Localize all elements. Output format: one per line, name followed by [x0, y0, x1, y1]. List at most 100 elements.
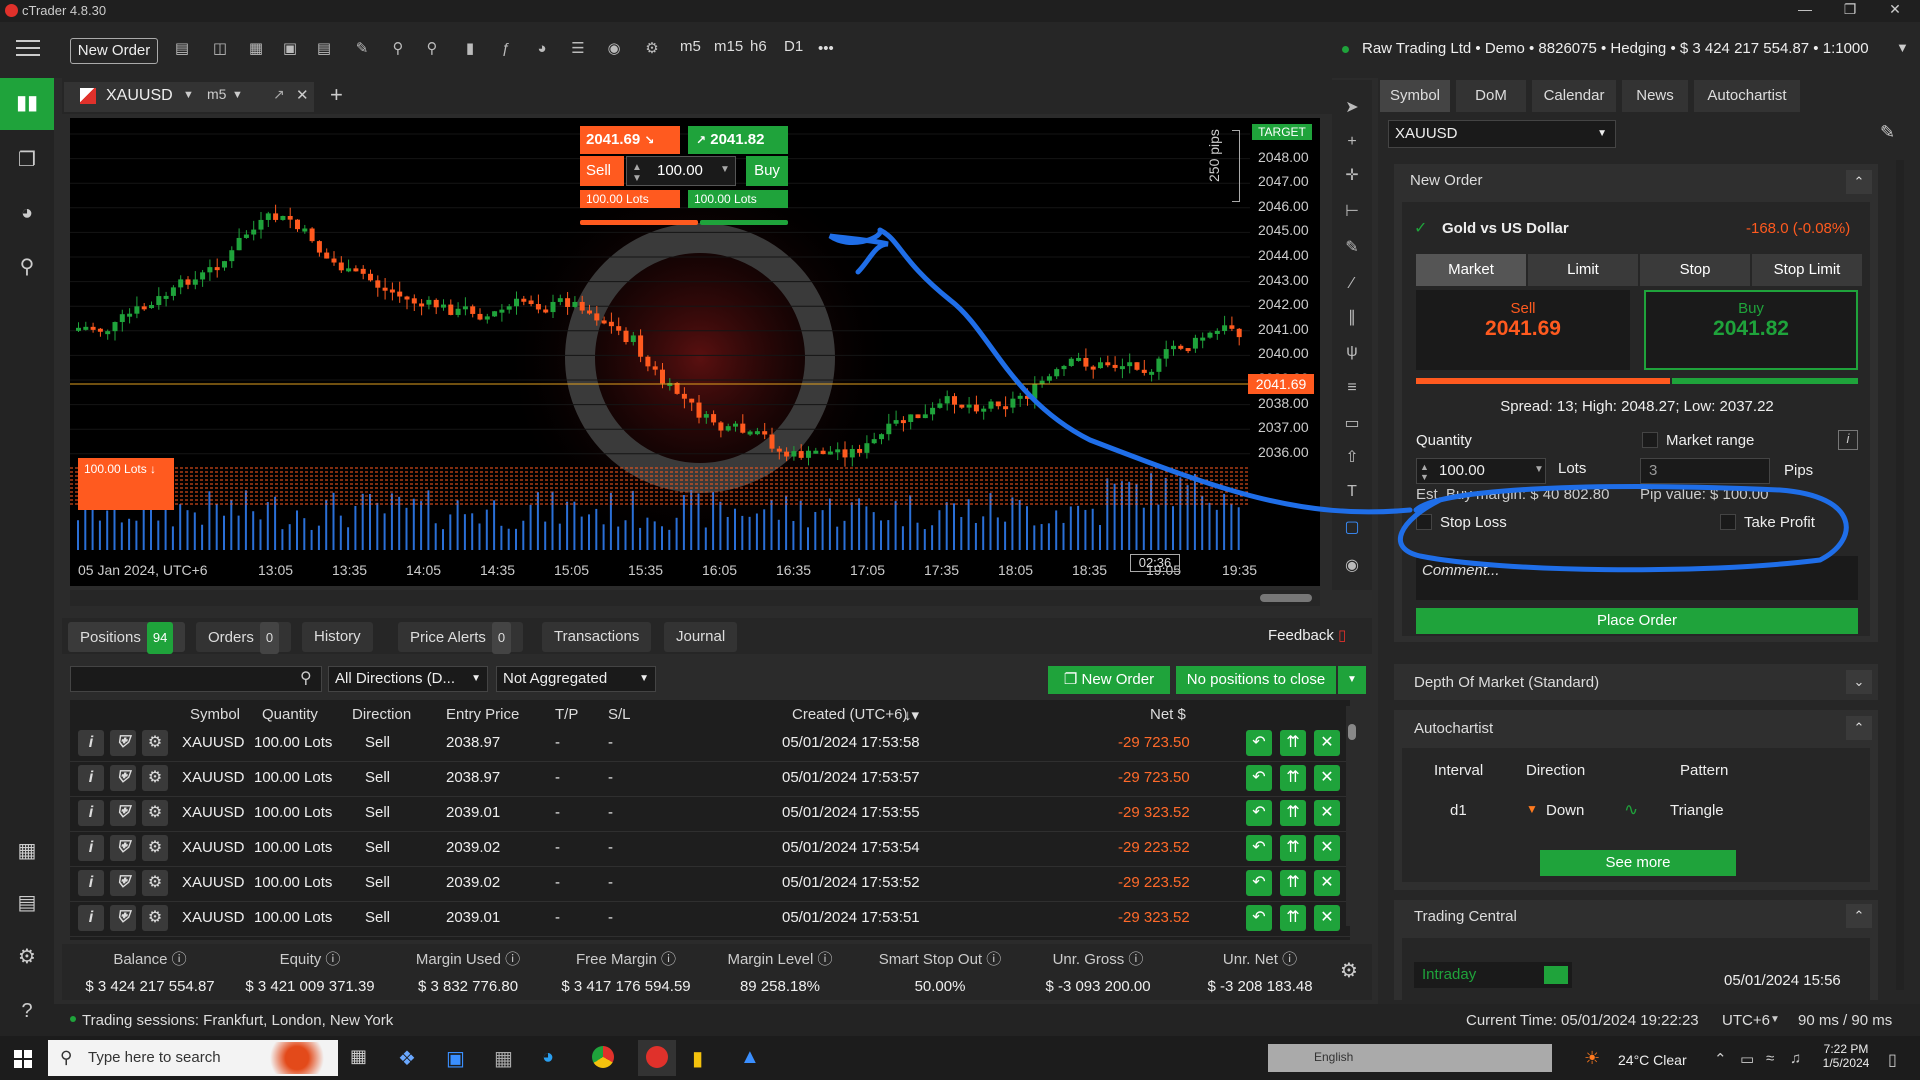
collapse-icon[interactable]: ⌃: [1846, 716, 1872, 740]
comment-input[interactable]: Comment...: [1416, 556, 1858, 600]
settings-icon[interactable]: ⚙: [12, 942, 42, 972]
automate-icon[interactable]: ◕: [12, 198, 42, 228]
column-header[interactable]: Entry Price: [446, 706, 519, 723]
wallet-icon[interactable]: ▤: [12, 888, 42, 918]
column-header[interactable]: S/L: [608, 706, 631, 723]
cross-icon[interactable]: ✛: [1340, 164, 1364, 188]
aggregation-filter[interactable]: Not Aggregated ▼: [496, 666, 656, 692]
row-double-icon[interactable]: ⇈: [1280, 905, 1306, 931]
right-panel-scrollbar[interactable]: [1896, 160, 1904, 990]
quick-sell-button[interactable]: Sell: [580, 156, 624, 186]
quick-buy-price[interactable]: ↗ 2041.82: [688, 126, 788, 154]
tab-symbol[interactable]: Symbol: [1380, 80, 1450, 112]
search-icon[interactable]: ⚲: [300, 668, 312, 688]
row-double-icon[interactable]: ⇈: [1280, 800, 1306, 826]
row-close-position-icon[interactable]: ✕: [1314, 835, 1340, 861]
tab-orders[interactable]: Orders 0: [196, 622, 292, 654]
hamburger-menu-icon[interactable]: [16, 40, 40, 58]
camera-icon[interactable]: ◉: [1340, 554, 1364, 578]
pitchfork-icon[interactable]: ψ: [1340, 340, 1364, 364]
tab-history[interactable]: History: [302, 622, 373, 652]
order-type-stop-limit[interactable]: Stop Limit: [1752, 254, 1862, 286]
trendline-icon[interactable]: ∕: [1340, 272, 1364, 296]
row-double-icon[interactable]: ⇈: [1280, 870, 1306, 896]
split-layout-icon[interactable]: ▤: [312, 38, 336, 60]
row-protection-icon[interactable]: ⛨: [110, 800, 136, 826]
wifi-icon[interactable]: ≈: [1766, 1050, 1774, 1067]
stop-loss-checkbox[interactable]: [1416, 514, 1432, 530]
chart-settings-icon[interactable]: ✎: [350, 38, 374, 60]
row-close-position-icon[interactable]: ✕: [1314, 800, 1340, 826]
quantity-dropdown-icon[interactable]: ▼: [1534, 464, 1544, 475]
copy-icon[interactable]: ❐: [12, 145, 42, 175]
tab-autochartist[interactable]: Autochartist: [1694, 80, 1800, 112]
close-options-dropdown-icon[interactable]: ▼: [1338, 666, 1366, 694]
pencil-icon[interactable]: ✎: [1340, 236, 1364, 260]
crosshair-icon[interactable]: +: [1340, 130, 1364, 154]
quantity-dropdown-icon[interactable]: ▼: [720, 164, 730, 175]
windows-start-icon[interactable]: [14, 1050, 32, 1068]
quantity-stepper[interactable]: ▲ ▼: [1420, 462, 1429, 482]
row-reverse-icon[interactable]: ↶: [1246, 800, 1272, 826]
more-options-icon[interactable]: •••: [818, 40, 834, 57]
channel-icon[interactable]: ∥: [1340, 306, 1364, 330]
tab-price-alerts[interactable]: Price Alerts 0: [398, 622, 524, 654]
candlestick-icon[interactable]: ▮: [458, 38, 482, 60]
row-settings-icon[interactable]: ⚙: [142, 765, 168, 791]
store-icon[interactable]: ▦: [12, 836, 42, 866]
chrome-icon[interactable]: [592, 1046, 614, 1068]
column-header[interactable]: T/P: [555, 706, 578, 723]
row-protection-icon[interactable]: ⛨: [110, 905, 136, 931]
cbot-icon[interactable]: ◕: [530, 38, 554, 60]
positions-search-input[interactable]: [70, 666, 322, 692]
ruler-icon[interactable]: ⊢: [1340, 200, 1364, 224]
cursor-icon[interactable]: ➤: [1340, 96, 1364, 120]
row-reverse-icon[interactable]: ↶: [1246, 905, 1272, 931]
tab-news[interactable]: News: [1622, 80, 1688, 112]
collapse-icon[interactable]: ⌃: [1846, 170, 1872, 194]
notification-icon[interactable]: ▯: [1888, 1050, 1897, 1070]
symbol-dropdown-icon[interactable]: ▼: [183, 89, 194, 101]
clock[interactable]: 7:22 PM 1/5/2024: [1816, 1042, 1876, 1070]
quick-sell-price[interactable]: 2041.69 ↘: [580, 126, 680, 154]
account-dropdown-icon[interactable]: ▼: [1896, 40, 1909, 55]
grid-layout-icon[interactable]: ▦: [244, 38, 268, 60]
row-reverse-icon[interactable]: ↶: [1246, 835, 1272, 861]
row-info-icon[interactable]: i: [78, 870, 104, 896]
row-double-icon[interactable]: ⇈: [1280, 765, 1306, 791]
row-info-icon[interactable]: i: [78, 800, 104, 826]
price-chart[interactable]: 2049.002048.002047.002046.002045.002044.…: [70, 118, 1320, 586]
row-info-icon[interactable]: i: [78, 730, 104, 756]
info-icon[interactable]: i: [1838, 430, 1858, 450]
timeframe-h6[interactable]: h6: [750, 38, 767, 55]
row-info-icon[interactable]: i: [78, 905, 104, 931]
row-settings-icon[interactable]: ⚙: [142, 800, 168, 826]
help-icon[interactable]: ?: [12, 996, 42, 1026]
place-order-button[interactable]: Place Order: [1416, 608, 1858, 634]
layout-icon[interactable]: ◫: [208, 38, 232, 60]
store-taskbar-icon[interactable]: ▣: [446, 1046, 465, 1071]
tab-dom[interactable]: DoM: [1456, 80, 1526, 112]
app-icon[interactable]: ▲: [740, 1046, 760, 1069]
column-header[interactable]: Quantity: [262, 706, 318, 723]
close-window-icon[interactable]: ✕: [1880, 1, 1910, 18]
row-settings-icon[interactable]: ⚙: [142, 905, 168, 931]
feedback-button[interactable]: Feedback ▯: [1268, 626, 1346, 644]
row-reverse-icon[interactable]: ↶: [1246, 870, 1272, 896]
analyze-icon[interactable]: ⚲: [12, 252, 42, 282]
direction-filter[interactable]: All Directions (D... ▼: [328, 666, 488, 692]
detach-panel-icon[interactable]: ✎: [1880, 122, 1895, 143]
see-more-button[interactable]: See more: [1540, 850, 1736, 876]
summary-settings-icon[interactable]: ⚙: [1340, 958, 1358, 983]
positions-lots-tag[interactable]: 100.00 Lots ↓: [78, 458, 174, 510]
row-double-icon[interactable]: ⇈: [1280, 835, 1306, 861]
positions-scroll-thumb[interactable]: [1348, 724, 1356, 740]
close-positions-button[interactable]: No positions to close: [1176, 666, 1336, 694]
stepper-icon[interactable]: ▲ ▼: [632, 162, 642, 184]
text-icon[interactable]: T: [1340, 480, 1364, 504]
row-reverse-icon[interactable]: ↶: [1246, 730, 1272, 756]
chart-tab-timeframe[interactable]: m5: [207, 86, 226, 102]
edge-icon[interactable]: ◕: [542, 1046, 554, 1069]
row-protection-icon[interactable]: ⛨: [110, 870, 136, 896]
market-range-checkbox[interactable]: [1642, 432, 1658, 448]
